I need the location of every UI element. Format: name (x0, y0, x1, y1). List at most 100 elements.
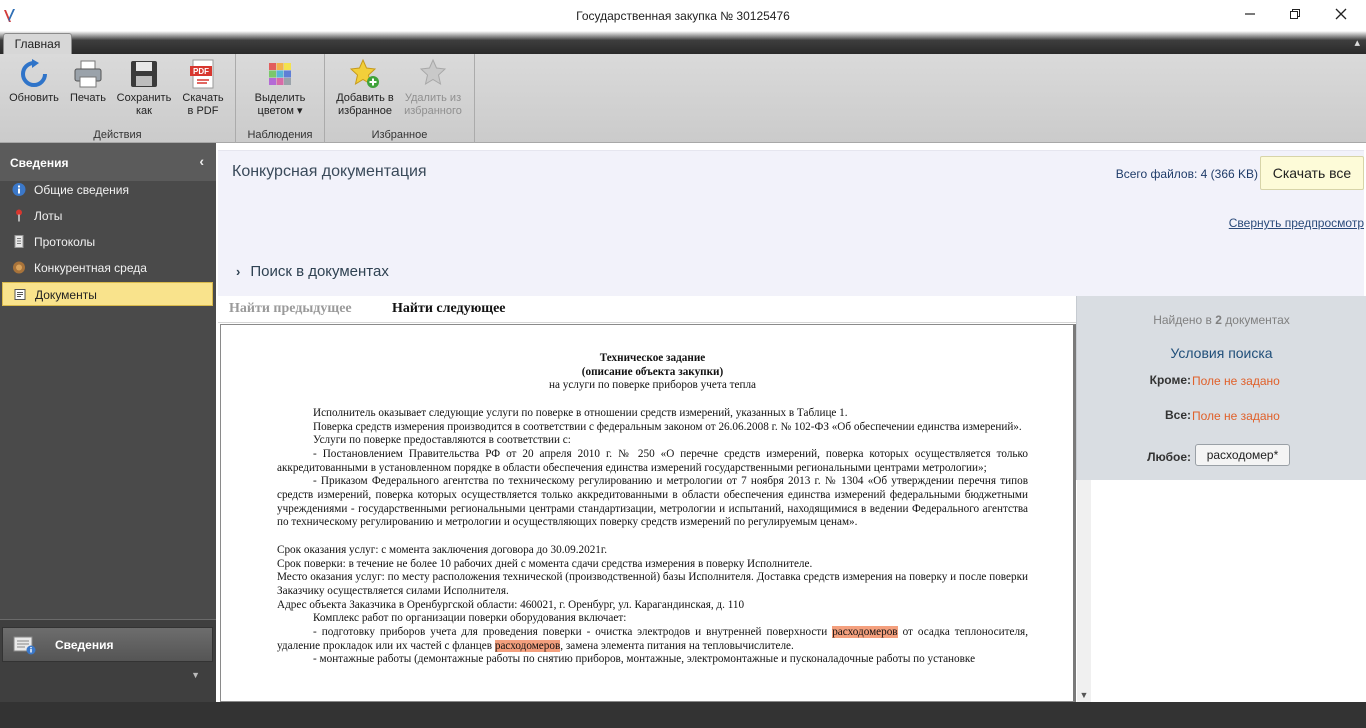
find-navigation-bar: Найти предыдущее Найти следующее (218, 296, 1076, 323)
except-value[interactable]: Поле не задано (1192, 374, 1280, 388)
sidebar-item-documents[interactable]: Документы (2, 282, 213, 306)
doc-paragraph: Место оказания услуг: по месту расположе… (277, 571, 1028, 597)
refresh-button[interactable]: Обновить (6, 58, 62, 105)
document-icon (14, 235, 24, 248)
save-as-label-2: как (136, 105, 152, 117)
sidebar-section-button[interactable]: Сведения (2, 627, 213, 662)
sidebar-header-title: Сведения (10, 156, 69, 170)
doc-paragraph: - монтажные работы (демонтажные работы п… (313, 653, 976, 666)
print-button[interactable]: Печать (64, 58, 112, 105)
highlight-label-2: цветом ▾ (257, 105, 303, 117)
pdf-icon: PDF (190, 59, 214, 89)
svg-text:PDF: PDF (193, 67, 209, 76)
any-search-term[interactable]: расходомер* (1195, 444, 1290, 466)
remove-favorite-label-2: избранного (404, 105, 462, 117)
sidebar-item-label: Конкурентная среда (34, 261, 147, 275)
documentation-header: Конкурсная документация Всего файлов: 4 … (218, 150, 1364, 296)
search-in-documents-toggle[interactable]: › Поиск в документах (236, 263, 389, 280)
save-as-label-1: Сохранить (116, 92, 172, 104)
competition-icon (13, 261, 25, 274)
sidebar-item-protocols[interactable]: Протоколы (2, 230, 213, 254)
sidebar-item-general[interactable]: Общие сведения (2, 178, 213, 202)
find-previous-button[interactable]: Найти предыдущее (229, 301, 352, 317)
scroll-down-icon[interactable]: ▼ (1077, 688, 1091, 702)
doc-paragraph: - Приказом Федерального агентства по тех… (277, 475, 1028, 529)
ribbon-group-favorites: Добавить в избранное Удалить из избранно… (325, 54, 475, 143)
page-title: Конкурсная документация (232, 163, 427, 180)
download-all-button[interactable]: Скачать все (1260, 156, 1364, 190)
minimize-icon (1245, 13, 1255, 15)
find-next-button[interactable]: Найти следующее (392, 301, 506, 317)
remove-favorite-button[interactable]: Удалить из избранного (401, 58, 465, 118)
sidebar-item-competition[interactable]: Конкурентная среда (2, 256, 213, 280)
any-label: Любое: (1147, 450, 1191, 464)
doc-paragraph: Исполнитель оказывает следующие услуги п… (313, 406, 848, 419)
highlight-color-button[interactable]: Выделить цветом ▾ (248, 58, 312, 118)
all-label: Все: (1164, 408, 1191, 422)
conditions-title: Условия поиска (1170, 345, 1273, 361)
chevron-down-icon[interactable]: ▼ (191, 670, 200, 680)
add-favorite-button[interactable]: Добавить в избранное (333, 58, 397, 118)
tab-home[interactable]: Главная (3, 33, 72, 55)
ribbon-group-observations: Выделить цветом ▾ Наблюдения (236, 54, 325, 143)
restore-button[interactable] (1285, 5, 1305, 25)
title-bar: Государственная закупка № 30125476 (0, 0, 1366, 31)
doc-paragraph: - Постановлением Правительства РФ от 20 … (277, 447, 1028, 474)
doc-paragraph: Срок оказания услуг: с момента заключени… (277, 543, 608, 556)
download-pdf-label-2: в PDF (187, 105, 219, 117)
ribbon-group-actions: Обновить Печать Сохранить как PDF Скачат… (0, 54, 236, 143)
sidebar-item-label: Документы (35, 288, 97, 302)
doc-title-3: на услуги по поверке приборов учета тепл… (549, 379, 756, 392)
sidebar-item-lots[interactable]: Лоты (2, 204, 213, 228)
search-section-label: Поиск в документах (250, 263, 389, 280)
chevron-left-icon[interactable]: ‹ (199, 153, 204, 169)
doc-text-span: - подготовку приборов учета для проведен… (313, 626, 833, 639)
documents-icon (14, 289, 26, 300)
info-document-icon (13, 636, 36, 655)
remove-favorite-label-1: Удалить из (404, 92, 462, 104)
found-count: 2 (1215, 313, 1222, 327)
document-text: Техническое задание (описание объекта за… (277, 352, 1028, 667)
status-bar (0, 702, 1366, 728)
doc-title-1: Техническое задание (599, 352, 706, 364)
sidebar-header: Сведения ‹ (0, 143, 216, 181)
doc-text-span: , замена элемента питания на тепловычисл… (560, 639, 794, 652)
pin-icon (16, 209, 22, 222)
search-highlight: расходомеров (494, 639, 561, 652)
download-pdf-label-1: Скачать (182, 92, 224, 104)
window-title: Государственная закупка № 30125476 (576, 9, 790, 23)
star-add-icon (349, 58, 379, 88)
add-favorite-label-2: избранное (338, 105, 392, 117)
highlight-label-1: Выделить (254, 92, 306, 104)
save-as-button[interactable]: Сохранить как (114, 58, 174, 118)
ribbon-group-label: Избранное (371, 129, 428, 141)
ribbon-group-label: Наблюдения (247, 129, 313, 141)
document-viewer[interactable]: Техническое задание (описание объекта за… (220, 324, 1076, 702)
info-icon (12, 183, 26, 196)
close-button[interactable] (1331, 5, 1351, 25)
print-label: Печать (69, 92, 107, 104)
found-prefix: Найдено в (1153, 313, 1216, 327)
refresh-icon (21, 59, 47, 87)
chevron-right-icon: › (236, 264, 241, 279)
download-pdf-button[interactable]: PDF Скачать в PDF (178, 58, 228, 118)
ribbon-tab-strip: Главная ▴ (0, 31, 1366, 55)
ribbon-expand-icon[interactable]: ▴ (1354, 36, 1360, 49)
doc-paragraph: Срок поверки: в течение не более 10 рабо… (277, 557, 813, 570)
ribbon: Обновить Печать Сохранить как PDF Скачат… (0, 54, 1366, 143)
doc-paragraph: Поверка средств измерения производится в… (313, 420, 1022, 433)
found-suffix: документах (1221, 313, 1290, 327)
sidebar-item-label: Лоты (34, 209, 63, 223)
doc-title-2: (описание объекта закупки) (581, 365, 724, 378)
sidebar-bottom-panel: Сведения ▼ (0, 619, 216, 702)
minimize-button[interactable] (1240, 5, 1260, 25)
restore-icon (1290, 9, 1300, 19)
all-value[interactable]: Поле не задано (1192, 409, 1280, 423)
color-palette-icon (269, 63, 291, 85)
main-content: Конкурсная документация Всего файлов: 4 … (216, 143, 1366, 702)
collapse-preview-link[interactable]: Свернуть предпросмотр (1229, 216, 1364, 230)
sidebar-item-label: Общие сведения (34, 183, 129, 197)
printer-icon (74, 60, 102, 88)
sidebar-item-label: Протоколы (34, 235, 96, 249)
close-icon (1335, 8, 1347, 20)
